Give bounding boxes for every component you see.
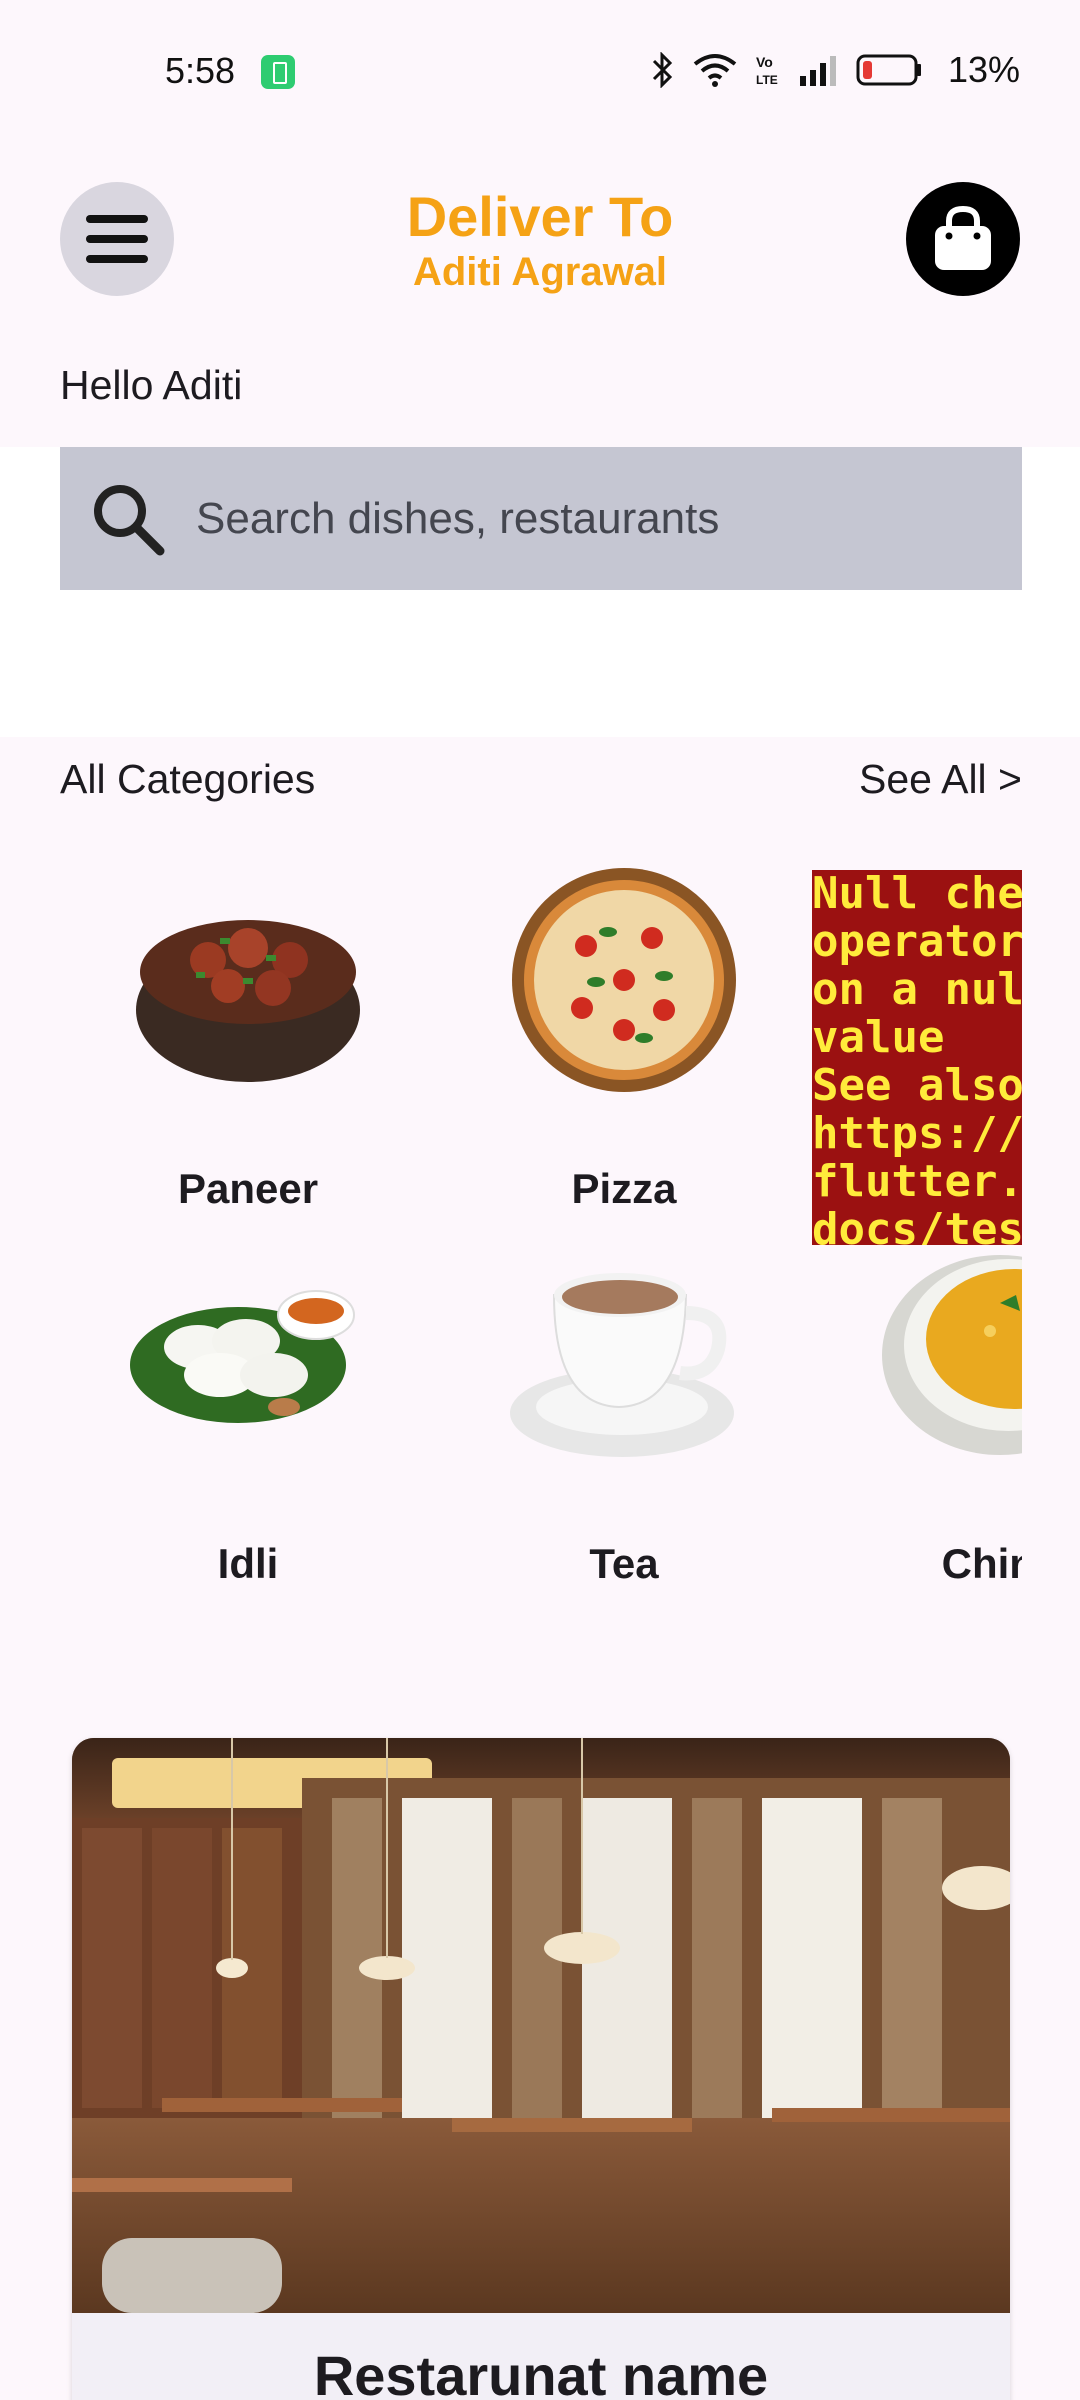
cart-button[interactable] xyxy=(906,182,1020,296)
categories-header: All Categories See All > xyxy=(60,752,1022,812)
category-tea[interactable]: Tea xyxy=(436,1235,812,1600)
soup-bowl-icon xyxy=(882,1255,1022,1455)
category-label: Paneer xyxy=(177,1165,319,1212)
restaurant-card[interactable]: Restarunat name xyxy=(72,1738,1010,2400)
bluetooth-icon xyxy=(652,52,673,88)
category-idli[interactable]: Idli xyxy=(60,1235,436,1600)
status-bar: 5:58 Vo LTE 13% xyxy=(0,0,1080,140)
paneer-bowl-icon xyxy=(136,920,360,1082)
category-chinese[interactable]: Chine xyxy=(812,1235,1022,1600)
category-label: Pizza xyxy=(571,1165,677,1212)
tea-cup-icon xyxy=(510,1273,734,1457)
signal-icon xyxy=(800,56,836,86)
battery-percentage: 13% xyxy=(948,49,1021,90)
svg-text:Vo: Vo xyxy=(756,54,773,70)
wifi-icon xyxy=(693,54,737,87)
categories-title: All Categories xyxy=(60,756,316,802)
see-all-link[interactable]: See All > xyxy=(859,756,1022,803)
search-icon xyxy=(94,484,165,555)
greeting-text: Hello Aditi xyxy=(60,362,243,408)
categories-grid: Paneer Pizza Null chec operator on xyxy=(60,860,1022,1600)
category-label: Idli xyxy=(217,1540,279,1587)
volte-icon: Vo LTE xyxy=(756,54,778,87)
restaurant-photo xyxy=(72,1738,1010,2313)
svg-text:LTE: LTE xyxy=(756,73,778,87)
battery-icon xyxy=(856,54,921,86)
pizza-icon xyxy=(512,868,736,1092)
category-label: Chine xyxy=(941,1540,1022,1587)
search-section: Search dishes, restaurants xyxy=(0,447,1080,737)
error-message: Null chec operator on a null value See a… xyxy=(812,870,1022,1245)
search-placeholder: Search dishes, restaurants xyxy=(196,493,720,543)
category-label: Tea xyxy=(589,1540,659,1587)
app-header: Deliver To Aditi Agrawal Hello Aditi xyxy=(0,140,1080,450)
search-input[interactable]: Search dishes, restaurants xyxy=(60,447,1022,590)
status-time: 5:58 xyxy=(165,50,236,91)
battery-saver-icon xyxy=(261,55,295,89)
category-pizza[interactable]: Pizza xyxy=(436,860,812,1230)
error-widget: Null chec operator on a null value See a… xyxy=(812,870,1022,1245)
idli-plate-icon xyxy=(130,1290,355,1423)
home-screen: 5:58 Vo LTE 13% Deliver To Aditi Agrawal… xyxy=(0,0,1080,2400)
restaurant-name: Restarunat name xyxy=(313,2344,769,2400)
shopping-bag-icon xyxy=(935,206,991,270)
status-icons: Vo LTE 13% xyxy=(650,49,1021,90)
category-paneer[interactable]: Paneer xyxy=(60,860,436,1230)
